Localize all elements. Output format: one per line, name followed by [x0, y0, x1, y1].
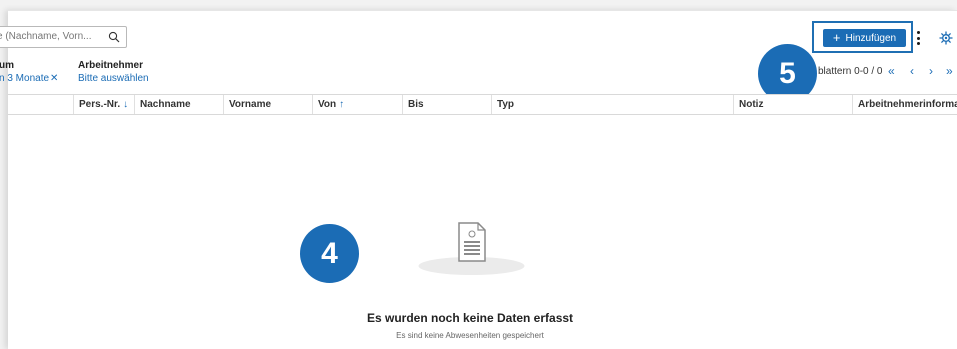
col-nachname-label: Nachname	[140, 99, 191, 110]
sort-desc-icon: ↓	[123, 99, 129, 110]
col-persnr-label: Pers.-Nr.	[79, 99, 121, 110]
col-notiz-label: Notiz	[739, 99, 764, 110]
pager-text: blattern 0-0 / 0	[818, 66, 883, 77]
col-arbeitnehmerinformation[interactable]: Arbeitnehmerinformation	[852, 95, 957, 114]
sort-asc-icon: ↑	[339, 99, 345, 110]
empty-state-subtitle: Es sind keine Abwesenheiten gespeichert	[396, 331, 544, 340]
search-placeholder: e (Nachname, Vorn...	[0, 31, 92, 42]
plus-icon: +	[832, 30, 841, 45]
step-badge-4: 4	[300, 224, 359, 283]
col-bis-label: Bis	[408, 99, 424, 110]
col-von[interactable]: Von ↑	[312, 95, 402, 114]
col-typ-label: Typ	[497, 99, 515, 110]
first-page-icon[interactable]: «	[888, 64, 895, 78]
filter-datum-value[interactable]: n 3 Monate✕	[0, 73, 65, 85]
table-header: Pers.-Nr. ↓ Nachname Vorname Von ↑ Bis Typ…	[8, 94, 957, 115]
filter-datum[interactable]: um n 3 Monate✕	[0, 60, 65, 85]
next-page-icon[interactable]: ›	[929, 64, 933, 78]
col-persnr[interactable]: Pers.-Nr. ↓	[73, 95, 134, 114]
col-vorname[interactable]: Vorname	[223, 95, 312, 114]
col-von-label: Von	[318, 99, 337, 110]
empty-state-title: Es wurden noch keine Daten erfasst	[366, 311, 574, 325]
prev-page-icon[interactable]: ‹	[910, 64, 914, 78]
col-arbeitnehmerinformation-label: Arbeitnehmerinformation	[858, 99, 957, 110]
col-vorname-label: Vorname	[229, 99, 272, 110]
filter-arbeitnehmer[interactable]: Arbeitnehmer Bitte auswählen	[78, 60, 149, 85]
last-page-icon[interactable]: »	[946, 64, 953, 78]
empty-document-icon	[418, 222, 525, 275]
col-nachname[interactable]: Nachname	[134, 95, 223, 114]
content-panel	[8, 10, 957, 349]
filter-datum-text: n 3 Monate	[0, 73, 50, 84]
add-button-label: Hinzufügen	[845, 32, 897, 44]
more-options-icon[interactable]	[916, 31, 920, 45]
col-bis[interactable]: Bis	[402, 95, 491, 114]
add-button[interactable]: + Hinzufügen	[823, 29, 906, 47]
col-notiz[interactable]: Notiz	[733, 95, 852, 114]
clear-icon[interactable]: ✕	[50, 73, 58, 84]
col-typ[interactable]: Typ	[491, 95, 733, 114]
search-input[interactable]: e (Nachname, Vorn...	[0, 26, 127, 48]
filter-datum-label: um	[0, 60, 14, 71]
search-icon[interactable]	[108, 31, 120, 43]
filter-arbeitnehmer-label: Arbeitnehmer	[78, 60, 144, 71]
gear-icon[interactable]	[939, 31, 953, 45]
filter-arbeitnehmer-value[interactable]: Bitte auswählen	[78, 73, 149, 85]
